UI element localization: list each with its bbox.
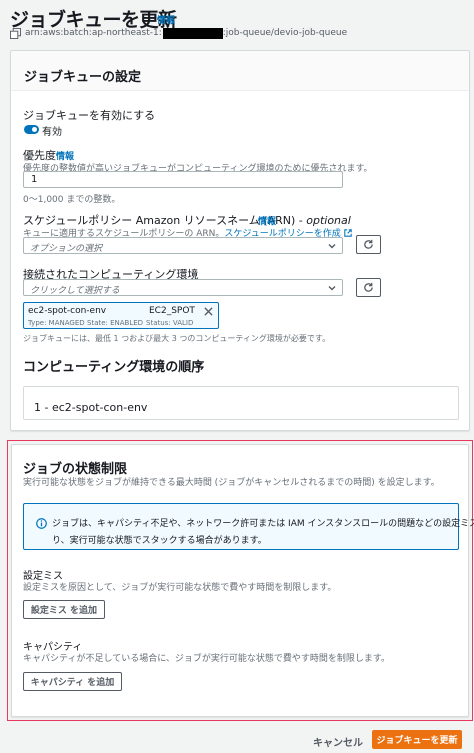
order-item: 1 - ec2-spot-con-env: [23, 386, 459, 420]
compute-env-token: ec2-spot-con-env EC2_SPOT Type: MANAGED …: [23, 302, 219, 329]
state-limit-panel: ジョブの状態制限 実行可能な状態をジョブが維持できる最大時間 (ジョブがキャンセ…: [11, 444, 474, 717]
settings-heading: ジョブキューの設定: [11, 51, 469, 91]
add-capacity-button[interactable]: キャパシティ を追加: [23, 672, 122, 691]
compute-select[interactable]: クリックして選択する: [23, 279, 343, 296]
policy-refresh-button[interactable]: [356, 235, 381, 254]
cancel-button[interactable]: キャンセル: [313, 734, 363, 749]
close-icon[interactable]: [204, 307, 213, 316]
refresh-icon: [364, 282, 373, 292]
arn-suffix: :job-queue/devio-job-queue: [222, 28, 348, 38]
priority-input[interactable]: 1: [23, 171, 343, 188]
compute-hint: ジョブキューには、最低 1 つおよび最大 3 つのコンピューティング環境が必要で…: [23, 334, 331, 343]
order-heading: コンピューティング環境の順序: [23, 360, 205, 375]
arn-prefix: arn:aws:batch:ap-northeast-1:: [25, 28, 162, 38]
refresh-icon: [364, 239, 373, 249]
enable-label: ジョブキューを有効にする: [23, 109, 156, 122]
chevron-down-icon: [328, 286, 336, 291]
title-info-link[interactable]: 情報: [157, 13, 175, 26]
misconfig-desc: 設定ミスを原因として、ジョブが実行可能な状態で費やす時間を制限します。: [23, 583, 337, 593]
alert-text: ジョブは、キャパシティ不足や、ネットワーク許可または IAM インスタンスロール…: [52, 516, 474, 550]
external-link-icon[interactable]: [343, 229, 352, 237]
token-meta-status: Status: VALID: [146, 319, 194, 327]
redacted-account-id: [162, 27, 223, 39]
token-type-tag: EC2_SPOT: [149, 306, 195, 316]
info-icon: [36, 518, 47, 529]
alert-line-2: り、実行可能な状態でスタックする場合があります。: [52, 536, 267, 546]
policy-placeholder: オプションの選択: [30, 244, 103, 254]
token-meta-type: Type: MANAGED: [28, 319, 85, 327]
settings-panel: ジョブキューの設定 ジョブキューを有効にする 有効 優先度 情報 優先度の整数値…: [10, 50, 470, 431]
token-meta-state: State: ENABLED: [87, 319, 144, 327]
alert-line-1: ジョブは、キャパシティ不足や、ネットワーク許可または IAM インスタンスロール…: [52, 519, 474, 529]
policy-select[interactable]: オプションの選択: [23, 237, 343, 254]
copy-icon[interactable]: [10, 27, 21, 39]
state-limit-desc: 実行可能な状態をジョブが維持できる最大時間 (ジョブがキャンセルされるまでの時間…: [23, 478, 440, 488]
priority-hint: 0～1,000 までの整数。: [23, 195, 121, 205]
arn-row: arn:aws:batch:ap-northeast-1: :job-queue…: [10, 27, 347, 39]
enable-toggle[interactable]: [24, 125, 39, 134]
info-alert: ジョブは、キャパシティ不足や、ネットワーク許可または IAM インスタンスロール…: [23, 503, 474, 550]
compute-placeholder: クリックして選択する: [30, 286, 120, 296]
add-misconfig-button[interactable]: 設定ミス を追加: [23, 600, 105, 619]
capacity-desc: キャパシティが不足している場合に、ジョブが実行可能な状態で費やす時間を制限します…: [23, 654, 391, 664]
chevron-down-icon: [328, 244, 336, 249]
update-job-queue-button[interactable]: ジョブキューを更新: [372, 730, 462, 749]
compute-refresh-button[interactable]: [356, 278, 381, 297]
token-name: ec2-spot-con-env: [28, 306, 107, 316]
enable-value: 有効: [42, 127, 62, 138]
